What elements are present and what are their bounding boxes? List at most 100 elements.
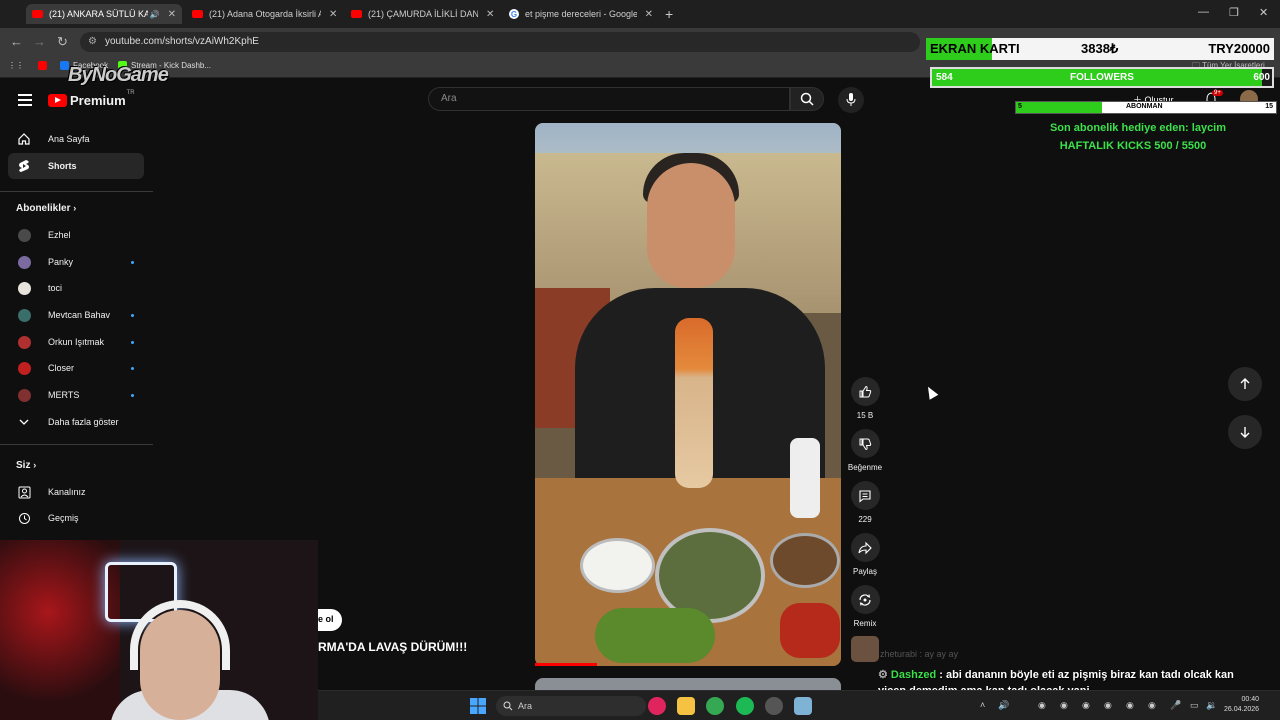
avatar: [18, 281, 31, 295]
minimize-icon[interactable]: —: [1198, 6, 1209, 18]
sidebar-item-label: toci: [48, 283, 63, 293]
new-tab-icon[interactable]: +: [665, 6, 673, 22]
video-scene: [675, 318, 713, 488]
youtube-favicon-icon: [32, 10, 43, 18]
apps-icon[interactable]: ⋮⋮: [8, 61, 24, 70]
obs-icon[interactable]: [765, 697, 783, 715]
dislike-button[interactable]: Beğenme: [848, 429, 882, 472]
spotify-icon[interactable]: [736, 697, 754, 715]
close-tab-icon[interactable]: ✕: [168, 9, 176, 20]
youtube-favicon-icon: [351, 10, 362, 18]
subscriber-goal-fill: [1016, 102, 1102, 113]
sidebar-item-sub[interactable]: Ezhel: [8, 222, 144, 248]
youtube-play-icon: [48, 94, 67, 107]
tray-app-icon[interactable]: ◉: [1060, 700, 1068, 711]
video-scene: [770, 533, 840, 588]
new-content-dot: [131, 366, 134, 370]
dislike-label: Beğenme: [847, 463, 883, 472]
chrome-icon[interactable]: [706, 697, 724, 715]
like-button[interactable]: 15 B: [850, 377, 880, 420]
you-label: Siz: [16, 460, 31, 471]
donation-goal-widget: EKRAN KARTI 3838₺ TRY20000: [926, 38, 1274, 60]
next-video-button[interactable]: [1228, 415, 1262, 449]
tray-app-icon[interactable]: ◉: [1082, 700, 1090, 711]
sound-thumbnail[interactable]: [851, 636, 879, 662]
search-button[interactable]: [790, 87, 824, 111]
shorts-icon: [16, 159, 32, 173]
network-tray-icon[interactable]: ▭: [1190, 700, 1199, 711]
taskbar-search[interactable]: Ara: [496, 696, 646, 716]
youtube-logo[interactable]: Premium TR: [48, 90, 135, 108]
speaker-tray-icon[interactable]: 🔉: [1206, 700, 1217, 711]
sidebar-item-sub[interactable]: Mevtcan Bahav: [8, 302, 144, 328]
url-text: youtube.com/shorts/vzAiWh2KphE: [105, 36, 259, 47]
sidebar-item-shorts[interactable]: Shorts: [8, 153, 144, 179]
sidebar-item-label: Closer: [48, 363, 75, 373]
share-button[interactable]: Paylaş: [850, 533, 880, 576]
youtube-bookmark[interactable]: [38, 61, 51, 70]
tab-google[interactable]: G et pişme dereceleri - Google'da ara ✕: [503, 4, 659, 24]
sidebar-item-history[interactable]: Geçmiş: [8, 505, 144, 531]
sidebar-item-sub[interactable]: Orkun Işıtmak: [8, 329, 144, 355]
chat-username: zheturabi: [880, 649, 918, 659]
sidebar-item-sub[interactable]: Panky: [8, 249, 144, 275]
subscriptions-label: Abonelikler: [16, 203, 71, 214]
remix-button[interactable]: Remix: [850, 585, 880, 628]
tray-app-icon[interactable]: ◉: [1126, 700, 1134, 711]
you-heading[interactable]: Siz ›: [16, 460, 36, 471]
site-info-icon[interactable]: ⚙: [88, 32, 97, 52]
tray-app-icon[interactable]: ◉: [1148, 700, 1156, 711]
voice-search-button[interactable]: [838, 87, 864, 113]
video-scene: [580, 538, 655, 593]
file-explorer-icon[interactable]: [677, 697, 695, 715]
taskbar-clock[interactable]: 00:40 26.04.2026: [1224, 695, 1259, 715]
audio-icon[interactable]: 🔊: [150, 10, 160, 19]
close-window-icon[interactable]: ✕: [1259, 6, 1268, 19]
tab-adana[interactable]: (21) Adana Otogarda İksirli Ayran ✕: [186, 4, 344, 24]
show-more-button[interactable]: Daha fazla göster: [8, 409, 144, 435]
sidebar-item-channel[interactable]: Kanalınız: [8, 479, 144, 505]
video-progress-bar[interactable]: [535, 663, 597, 666]
sidebar-item-sub[interactable]: Closer: [8, 355, 144, 381]
back-icon[interactable]: ←: [10, 34, 23, 49]
tray-app-icon[interactable]: ◉: [1038, 700, 1046, 711]
comments-button[interactable]: 229: [850, 481, 880, 524]
subscribe-caption[interactable]: e ol: [318, 609, 342, 631]
share-icon: [858, 541, 872, 554]
tab-camurda[interactable]: (21) ÇAMURDA İLİKLİ DANA İNCİK ✕: [345, 4, 501, 24]
new-content-dot: [131, 260, 134, 264]
url-field[interactable]: ⚙ youtube.com/shorts/vzAiWh2KphE: [80, 32, 920, 52]
tab-ankara[interactable]: (21) ANKARA SÜTLÜ KAVURMA 🔊 ✕: [26, 4, 182, 24]
sidebar-item-label: Panky: [48, 257, 74, 267]
steam-tray-icon[interactable]: ◉: [1104, 700, 1112, 711]
restore-icon[interactable]: ❐: [1229, 6, 1239, 19]
tray-chevron-icon[interactable]: ˄: [980, 700, 985, 710]
reload-icon[interactable]: ↻: [57, 34, 68, 50]
sidebar-item-sub[interactable]: MERTS: [8, 382, 144, 408]
tab-title: et pişme dereceleri - Google'da ara: [525, 9, 637, 19]
windows-start-icon[interactable]: [470, 698, 486, 714]
settings-app-icon[interactable]: [794, 697, 812, 715]
forward-icon[interactable]: →: [33, 34, 46, 49]
subscriptions-heading[interactable]: Abonelikler ›: [16, 203, 76, 214]
menu-icon[interactable]: [18, 94, 32, 109]
volume-tray-icon[interactable]: 🔊: [998, 700, 1009, 711]
media-app-icon[interactable]: [648, 697, 666, 715]
new-content-dot: [131, 340, 134, 344]
next-video-preview[interactable]: [535, 678, 841, 690]
search-input[interactable]: Ara: [428, 87, 790, 111]
tab-title: (21) ANKARA SÜTLÜ KAVURMA: [49, 9, 148, 19]
close-tab-icon[interactable]: ✕: [329, 9, 337, 20]
avatar: [18, 255, 31, 269]
close-tab-icon[interactable]: ✕: [486, 9, 494, 20]
comment-icon: [859, 489, 871, 503]
close-tab-icon[interactable]: ✕: [645, 9, 653, 20]
sidebar-item-home[interactable]: Ana Sayfa: [8, 126, 144, 152]
previous-video-button[interactable]: [1228, 367, 1262, 401]
microphone-tray-icon[interactable]: 🎤: [1170, 700, 1181, 711]
sidebar-item-sub[interactable]: toci: [8, 275, 144, 301]
windows-taskbar: Ara ˄ 🔊 ◉ ◉ ◉ ◉ ◉ ◉ 🎤 ▭ 🔉 00:40 26.04.20…: [318, 690, 1280, 720]
shorts-video-player[interactable]: [535, 123, 841, 666]
brand-label: Premium: [70, 93, 126, 108]
chat-text: ay ay ay: [924, 649, 959, 659]
